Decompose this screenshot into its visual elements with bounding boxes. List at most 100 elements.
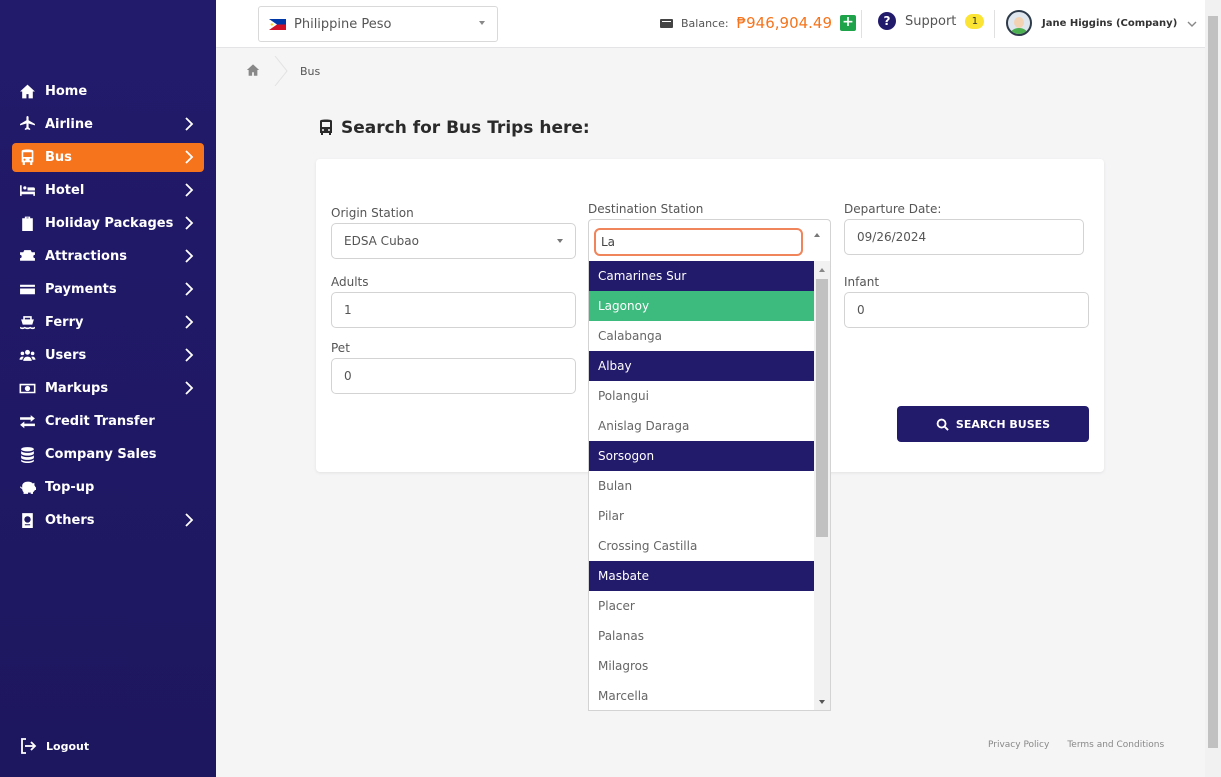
divider — [861, 10, 862, 38]
sidebar-item-label: Credit Transfer — [45, 414, 155, 429]
scroll-thumb[interactable] — [816, 279, 828, 537]
dropdown-option[interactable]: Milagros — [589, 651, 815, 681]
add-balance-button[interactable]: + — [840, 15, 857, 31]
search-buses-button[interactable]: SEARCH BUSES — [897, 406, 1089, 442]
sidebar-item-others[interactable]: Others — [12, 506, 204, 535]
home-icon — [18, 83, 36, 101]
dropdown-group-header: Albay — [589, 351, 815, 381]
page-scrollbar[interactable] — [1205, 0, 1221, 777]
privacy-policy-link[interactable]: Privacy Policy — [988, 740, 1049, 750]
balance-amount: ₱946,904.49 — [736, 14, 833, 32]
sidebar-item-users[interactable]: Users — [12, 341, 204, 370]
destination-dropdown: Camarines Sur Lagonoy Calabanga Albay Polang… — [588, 261, 831, 711]
pet-value: 0 — [344, 369, 352, 383]
sidebar-item-holiday-packages[interactable]: Holiday Packages — [12, 209, 204, 238]
currency-select[interactable]: Philippine Peso — [258, 6, 498, 42]
balance-label: Balance: — [681, 16, 729, 30]
dropdown-option[interactable]: Crossing Castilla — [589, 531, 815, 561]
dropdown-option[interactable]: Marcella — [589, 681, 815, 710]
dropdown-option[interactable]: Pilar — [589, 501, 815, 531]
dropdown-group-header: Sorsogon — [589, 441, 815, 471]
balance: Balance: ₱946,904.49 + — [660, 14, 857, 32]
sidebar-item-attractions[interactable]: Attractions — [12, 242, 204, 271]
bus-icon — [18, 149, 36, 167]
breadcrumb-separator — [274, 55, 288, 87]
dropdown-option[interactable]: Placer — [589, 591, 815, 621]
chevron-down-icon — [479, 21, 485, 25]
chevron-down-icon — [1187, 20, 1197, 27]
user-name: Jane Higgins (Company) — [1042, 17, 1178, 29]
chevron-right-icon — [184, 281, 194, 297]
chevron-right-icon — [184, 347, 194, 363]
sidebar-item-label: Payments — [45, 282, 117, 297]
bed-icon — [18, 182, 36, 200]
dropdown-scrollbar[interactable] — [814, 261, 830, 710]
sidebar-item-bus[interactable]: Bus — [12, 143, 204, 172]
page-title-text: Search for Bus Trips here: — [341, 118, 590, 138]
sidebar-item-ferry[interactable]: Ferry — [12, 308, 204, 337]
origin-select[interactable]: EDSA Cubao — [331, 223, 576, 259]
avatar — [1006, 10, 1032, 36]
infant-input[interactable]: 0 — [844, 292, 1089, 328]
adults-label: Adults — [331, 275, 369, 289]
users-icon — [18, 347, 36, 365]
adults-input[interactable]: 1 — [331, 292, 576, 328]
coins-icon — [18, 446, 36, 464]
chevron-up-icon — [814, 233, 820, 237]
dropdown-group-header: Camarines Sur — [589, 261, 815, 291]
dropdown-option[interactable]: Lagonoy — [589, 291, 815, 321]
search-buses-label: SEARCH BUSES — [955, 417, 1051, 431]
pet-label: Pet — [331, 341, 350, 355]
pet-input[interactable]: 0 — [331, 358, 576, 394]
sidebar: Home Airline Bus Hotel Holiday Packages Attra… — [0, 0, 216, 777]
sidebar-item-home[interactable]: Home — [12, 77, 204, 106]
sidebar-item-markups[interactable]: Markups — [12, 374, 204, 403]
sidebar-item-credit-transfer[interactable]: Credit Transfer — [12, 407, 204, 436]
sidebar-item-label: Markups — [45, 381, 109, 396]
sidebar-item-payments[interactable]: Payments — [12, 275, 204, 304]
user-menu[interactable]: Jane Higgins (Company) — [1006, 10, 1197, 36]
origin-value: EDSA Cubao — [344, 234, 419, 248]
sidebar-item-airline[interactable]: Airline — [12, 110, 204, 139]
support-button[interactable]: ? Support 1 — [878, 12, 985, 30]
philippines-flag-icon — [269, 18, 286, 30]
dropdown-option[interactable]: Calabanga — [589, 321, 815, 351]
terms-link[interactable]: Terms and Conditions — [1067, 740, 1164, 750]
breadcrumb-current: Bus — [300, 64, 321, 78]
top-bar: Philippine Peso Balance: ₱946,904.49 + ?… — [216, 0, 1205, 48]
logout-icon — [21, 738, 37, 754]
dropdown-option[interactable]: Palanas — [589, 621, 815, 651]
chevron-right-icon — [184, 512, 194, 528]
departure-date-input[interactable]: 09/26/2024 — [844, 219, 1084, 255]
dropdown-option[interactable]: Anislag Daraga — [589, 411, 815, 441]
support-label: Support — [905, 13, 957, 29]
scroll-down-icon[interactable] — [819, 700, 825, 704]
divider — [994, 10, 995, 38]
chevron-right-icon — [184, 182, 194, 198]
wallet-icon — [660, 18, 673, 28]
sidebar-item-label: Users — [45, 348, 87, 363]
destination-search-input[interactable] — [594, 228, 803, 256]
home-icon[interactable] — [246, 63, 260, 80]
departure-label: Departure Date: — [844, 202, 942, 216]
dropdown-option[interactable]: Polangui — [589, 381, 815, 411]
logout-button[interactable]: Logout — [18, 736, 89, 756]
destination-select[interactable] — [588, 219, 831, 261]
scroll-up-icon[interactable] — [819, 268, 825, 272]
passport-icon — [18, 512, 36, 530]
piggy-bank-icon — [18, 479, 36, 497]
origin-label: Origin Station — [331, 206, 414, 220]
destination-label: Destination Station — [588, 202, 704, 216]
sidebar-item-hotel[interactable]: Hotel — [12, 176, 204, 205]
sidebar-item-label: Hotel — [45, 183, 85, 198]
sidebar-item-label: Home — [45, 84, 88, 99]
chevron-right-icon — [184, 215, 194, 231]
sidebar-item-label: Top-up — [45, 480, 95, 495]
dropdown-option[interactable]: Bulan — [589, 471, 815, 501]
search-icon — [936, 418, 949, 431]
sidebar-item-label: Others — [45, 513, 95, 528]
sidebar-item-top-up[interactable]: Top-up — [12, 473, 204, 502]
money-bill-icon — [18, 380, 36, 398]
breadcrumb: Bus — [246, 55, 321, 87]
sidebar-item-company-sales[interactable]: Company Sales — [12, 440, 204, 469]
